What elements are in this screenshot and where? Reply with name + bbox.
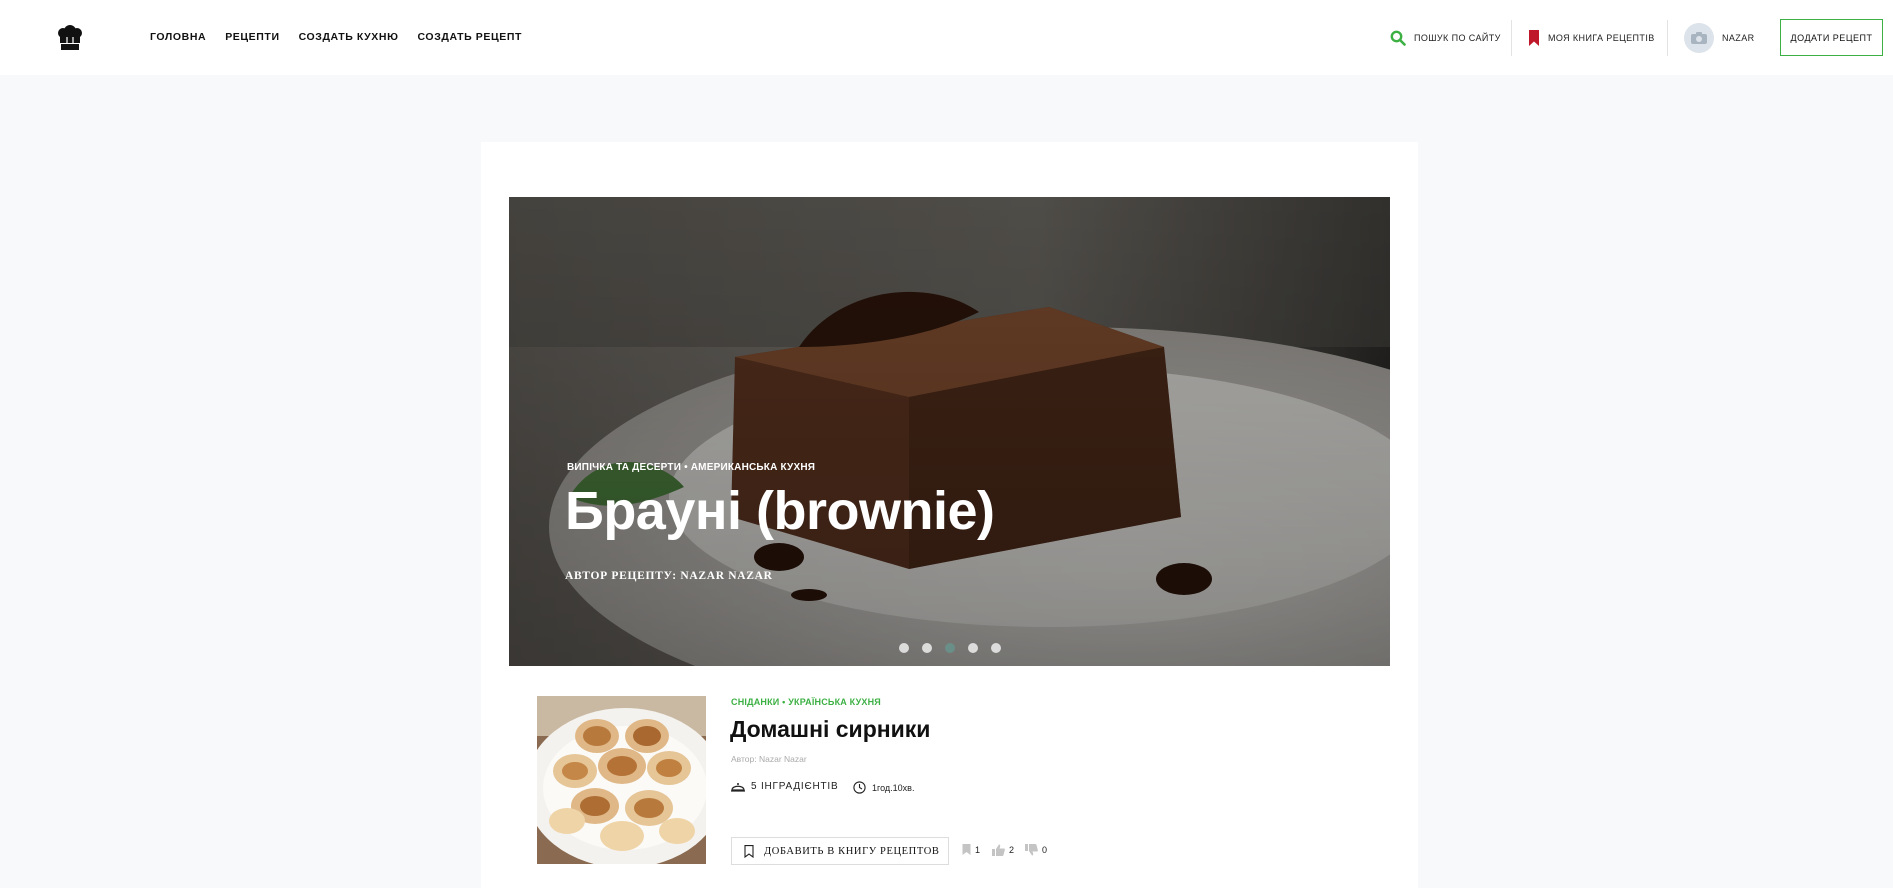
chef-hat-icon[interactable] (56, 24, 84, 52)
hero-brownie-photo (509, 197, 1390, 666)
thumb-down-icon (1025, 844, 1038, 856)
user-menu[interactable]: NAZAR (1684, 0, 1755, 75)
header-divider (1667, 20, 1668, 56)
add-to-recipe-book-button[interactable]: ДОБАВИТЬ В КНИГУ РЕЦЕПТОВ (731, 837, 949, 865)
user-name: NAZAR (1722, 32, 1755, 43)
slider-dot[interactable] (968, 643, 978, 653)
slider-dot[interactable] (899, 643, 909, 653)
avatar[interactable] (1684, 22, 1714, 53)
my-recipe-book-link[interactable]: МОЯ КНИГА РЕЦЕПТІВ (1528, 0, 1655, 75)
recipe-thumbnail[interactable] (537, 696, 706, 864)
slider-dot[interactable] (991, 643, 1001, 653)
clock-icon (853, 781, 866, 794)
syrnyky-photo (537, 696, 706, 864)
camera-icon (1691, 31, 1707, 44)
site-header: ГОЛОВНА РЕЦЕПТИ СОЗДАТЬ КУХНЮ СОЗДАТЬ РЕ… (0, 0, 1893, 75)
slider-dot[interactable] (922, 643, 932, 653)
site-search-link[interactable]: ПОШУК ПО САЙТУ (1390, 0, 1501, 75)
hero-title[interactable]: Брауні (brownie) (565, 480, 995, 542)
hero-slider[interactable]: ВИПІЧКА ТА ДЕСЕРТИ • АМЕРИКАНСЬКА КУХНЯ … (509, 197, 1390, 666)
bookmark-outline-icon (744, 844, 754, 858)
nav-recipes[interactable]: РЕЦЕПТИ (225, 31, 279, 43)
ingredients-count: 5 ІНГРАДІЄНТІВ (731, 781, 838, 792)
ingredients-label: 5 ІНГРАДІЄНТІВ (751, 781, 839, 792)
search-label: ПОШУК ПО САЙТУ (1414, 32, 1501, 43)
bookmark-count[interactable]: 1 (962, 844, 980, 855)
slider-dot[interactable] (945, 643, 955, 653)
cooking-time-label: 1год.10хв. (872, 782, 915, 793)
bookmark-icon (962, 844, 971, 855)
search-icon (1390, 30, 1406, 46)
nav-create-cuisine[interactable]: СОЗДАТЬ КУХНЮ (299, 31, 399, 43)
bookmark-icon (1529, 29, 1539, 46)
nav-create-recipe[interactable]: СОЗДАТЬ РЕЦЕПТ (418, 31, 523, 43)
like-count-value: 2 (1009, 845, 1015, 855)
thumb-up-icon (992, 844, 1005, 856)
recipe-categories[interactable]: СНІДАНКИ • УКРАЇНСЬКА КУХНЯ (731, 697, 881, 707)
hero-categories[interactable]: ВИПІЧКА ТА ДЕСЕРТИ • АМЕРИКАНСЬКА КУХНЯ (567, 462, 815, 473)
add-to-recipe-book-label: ДОБАВИТЬ В КНИГУ РЕЦЕПТОВ (764, 845, 940, 857)
nav-home[interactable]: ГОЛОВНА (150, 31, 206, 43)
bookmark-count-value: 1 (975, 844, 981, 855)
dish-icon (731, 783, 745, 792)
main-nav: ГОЛОВНА РЕЦЕПТИ СОЗДАТЬ КУХНЮ СОЗДАТЬ РЕ… (150, 31, 541, 43)
hero-author: АВТОР РЕЦЕПТУ: NAZAR NAZAR (565, 570, 773, 582)
cooking-time: 1год.10хв. (853, 781, 914, 794)
recipe-title[interactable]: Домашні сирники (730, 716, 930, 743)
dislike-count-value: 0 (1042, 845, 1048, 855)
header-divider (1511, 20, 1512, 56)
add-recipe-button[interactable]: ДОДАТИ РЕЦЕПТ (1780, 19, 1883, 56)
recipe-author: Автор: Nazar Nazar (731, 754, 807, 764)
like-count[interactable]: 2 (992, 844, 1014, 856)
my-recipe-book-label: МОЯ КНИГА РЕЦЕПТІВ (1548, 32, 1655, 43)
slider-dots (899, 643, 1001, 653)
dislike-count[interactable]: 0 (1025, 844, 1047, 856)
